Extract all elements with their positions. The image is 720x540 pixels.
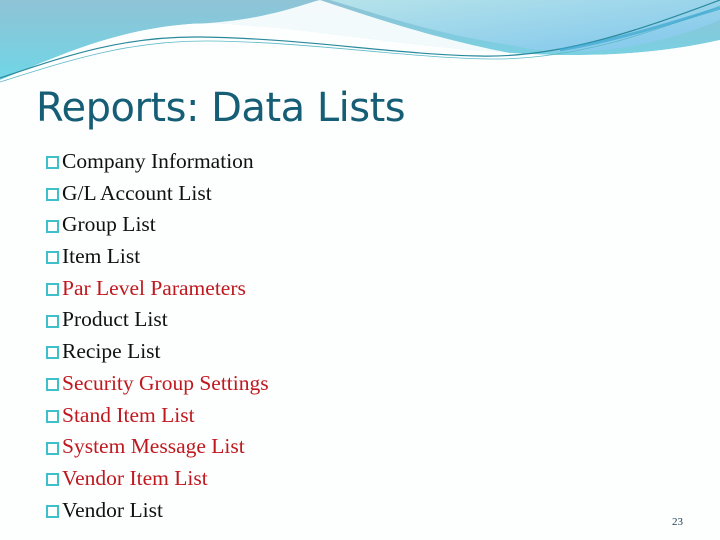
list-item: Company Information [46,146,269,178]
list-item: Group List [46,209,269,241]
list-item: Item List [46,241,269,273]
slide-title: Reports: Data Lists [36,85,406,131]
square-bullet-icon [46,314,59,328]
square-bullet-icon [46,504,59,518]
square-bullet-icon [46,251,59,265]
list-item-label: Product List [62,307,168,332]
list-item-label: Item List [62,244,141,269]
list-item-label: Stand Item List [62,402,195,427]
list-item-label: G/L Account List [62,180,212,205]
list-item-label: Vendor Item List [62,465,208,490]
list-item-label: Security Group Settings [62,370,269,395]
square-bullet-icon [46,219,59,233]
page-number: 23 [672,516,683,528]
list-item-label: Group List [62,212,156,237]
slide: Reports: Data Lists Company Information … [0,0,720,540]
list-item: System Message List [46,431,269,463]
square-bullet-icon [46,441,59,455]
square-bullet-icon [46,188,59,202]
square-bullet-icon [46,156,59,170]
list-item: Product List [46,304,269,336]
list-item: Par Level Parameters [46,273,269,305]
list-item-label: System Message List [62,434,245,459]
list-item: G/L Account List [46,178,269,210]
list-item: Recipe List [46,336,269,368]
square-bullet-icon [46,473,59,487]
square-bullet-icon [46,378,59,392]
data-lists: Company Information G/L Account List Gro… [46,146,269,526]
list-item: Vendor Item List [46,463,269,495]
list-item-label: Recipe List [62,339,161,364]
list-item: Stand Item List [46,400,269,432]
square-bullet-icon [46,409,59,423]
square-bullet-icon [46,346,59,360]
list-item-label: Par Level Parameters [62,275,246,300]
header-wave-decoration [0,0,720,95]
square-bullet-icon [46,283,59,297]
list-item-label: Vendor List [62,497,163,522]
list-item-label: Company Information [62,149,254,173]
list-item: Security Group Settings [46,368,269,400]
list-item: Vendor List [46,495,269,527]
